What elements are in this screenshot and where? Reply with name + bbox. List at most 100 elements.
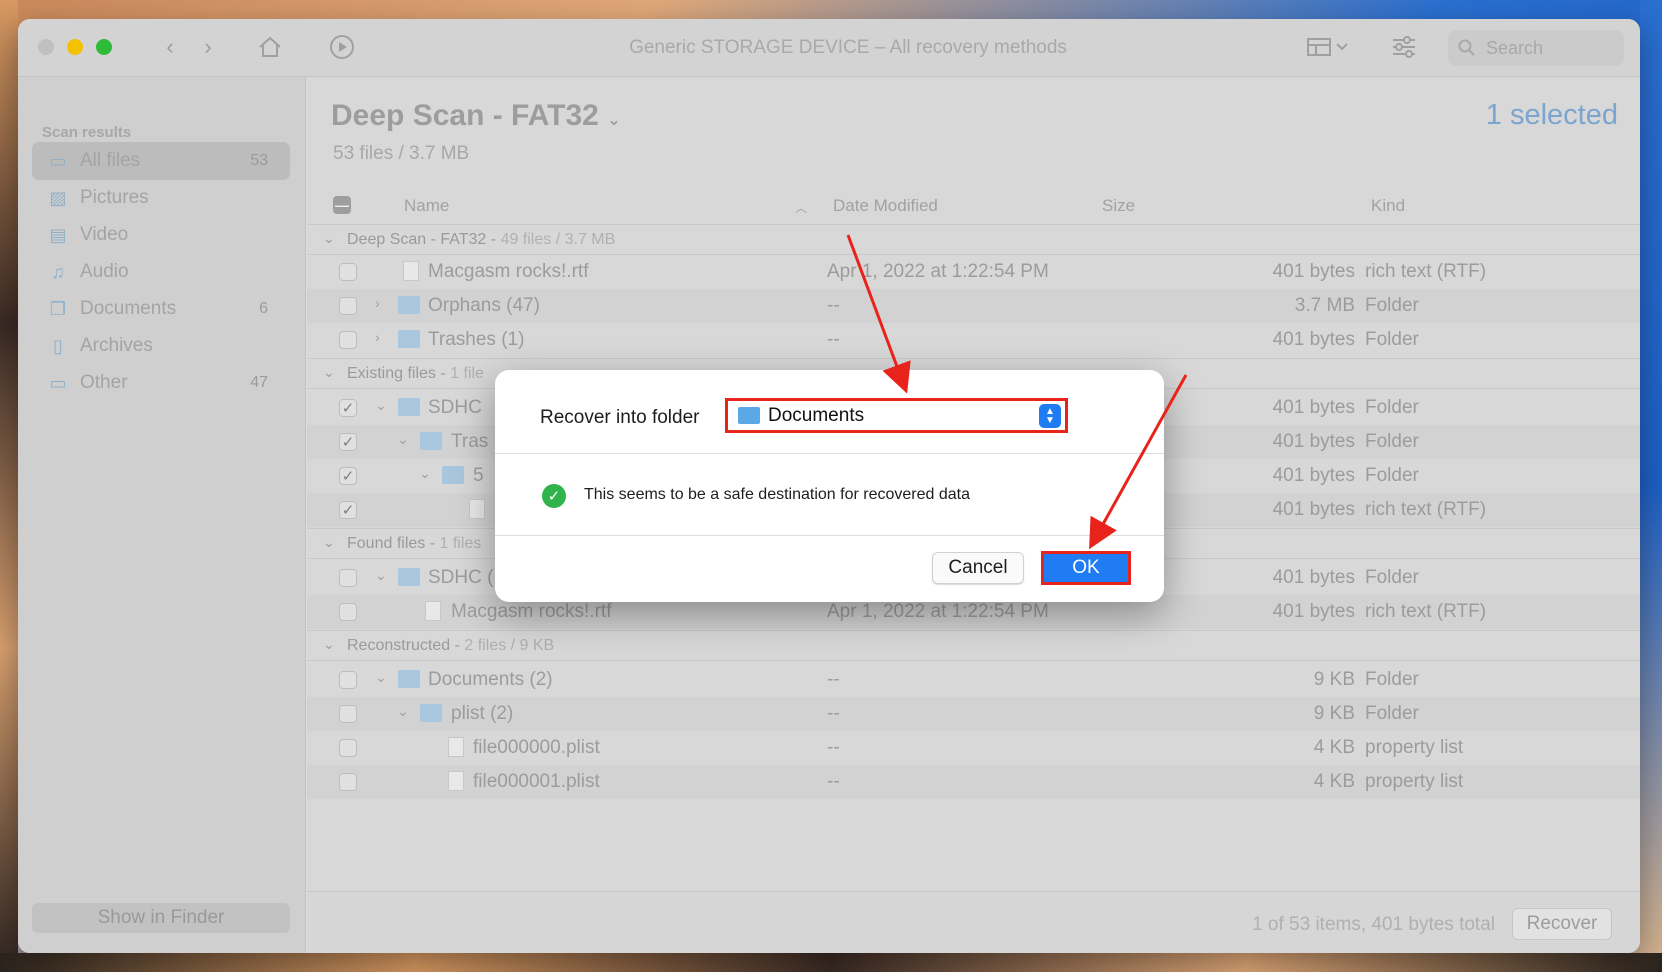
table-row[interactable]: ⌄ plist (2) -- 9 KB Folder <box>307 697 1640 731</box>
ok-button[interactable]: OK <box>1041 551 1131 585</box>
file-date: -- <box>827 771 840 792</box>
file-size: 401 bytes <box>1272 397 1355 418</box>
search-input[interactable]: Search <box>1448 30 1624 66</box>
table-row[interactable]: › Orphans (47) -- 3.7 MB Folder <box>307 289 1640 323</box>
audio-icon: ♫ <box>51 261 65 282</box>
selected-count: 1 selected <box>1485 99 1618 131</box>
file-size: 4 KB <box>1313 771 1355 792</box>
group-info: 49 files / 3.7 MB <box>500 231 616 248</box>
row-checkbox-checked[interactable]: ✓ <box>339 399 357 417</box>
sidebar-item-documents[interactable]: ❐ Documents 6 <box>32 290 290 328</box>
chevron-down-icon[interactable]: ⌄ <box>323 636 335 653</box>
file-name: SDHC <box>428 397 482 418</box>
table-row[interactable]: file000000.plist -- 4 KB property list <box>307 731 1640 765</box>
chevron-down-icon[interactable]: ⌄ <box>323 364 335 381</box>
file-kind: Folder <box>1365 703 1419 724</box>
sidebar-item-label: Archives <box>80 335 153 356</box>
sidebar-item-pictures[interactable]: ▨ Pictures <box>32 179 290 217</box>
wallpaper <box>1640 0 1662 972</box>
view-mode-icon[interactable] <box>1304 31 1354 63</box>
filter-settings-icon[interactable] <box>1388 31 1420 63</box>
file-kind: Folder <box>1365 431 1419 452</box>
group-info: 1 files <box>439 535 482 552</box>
folder-icon <box>398 568 420 586</box>
row-checkbox-checked[interactable]: ✓ <box>339 467 357 485</box>
sidebar-item-all-files[interactable]: ▭ All files 53 <box>32 142 290 180</box>
group-info: 1 file <box>450 365 484 382</box>
forward-icon[interactable]: › <box>192 31 224 63</box>
table-row[interactable]: ⌄ Documents (2) -- 9 KB Folder <box>307 663 1640 697</box>
recover-dialog: Recover into folder Documents ▲ ▼ ✓ This … <box>495 370 1164 602</box>
maximize-window-button[interactable] <box>96 39 112 55</box>
row-checkbox[interactable] <box>339 671 357 689</box>
minimize-window-button[interactable] <box>67 39 83 55</box>
chevron-down-icon[interactable]: ⌄ <box>397 431 409 448</box>
folder-icon <box>398 398 420 416</box>
chevron-down-icon[interactable]: ⌄ <box>323 534 335 551</box>
close-window-button[interactable] <box>38 39 54 55</box>
file-size: 401 bytes <box>1272 499 1355 520</box>
scan-title: Deep Scan - FAT32 <box>331 99 599 132</box>
row-checkbox-checked[interactable]: ✓ <box>339 433 357 451</box>
file-kind: Folder <box>1365 397 1419 418</box>
scan-summary: 53 files / 3.7 MB <box>333 143 470 164</box>
file-date: -- <box>827 737 840 758</box>
table-row[interactable]: Macgasm rocks!.rtf Apr 1, 2022 at 1:22:5… <box>307 255 1640 289</box>
sidebar-item-video[interactable]: ▤ Video <box>32 216 290 254</box>
file-kind: property list <box>1365 771 1464 792</box>
row-checkbox[interactable] <box>339 603 357 621</box>
chevron-down-icon[interactable]: ⌄ <box>375 397 387 414</box>
scan-title-dropdown[interactable]: Deep Scan - FAT32 ⌄ <box>331 99 621 133</box>
resume-scan-icon[interactable] <box>326 31 358 63</box>
chevron-down-icon[interactable]: ⌄ <box>323 230 335 247</box>
group-header-reconstructed[interactable]: ⌄ Reconstructed - 2 files / 9 KB <box>307 630 1640 661</box>
column-date[interactable]: Date Modified <box>833 196 938 216</box>
row-checkbox[interactable] <box>339 773 357 791</box>
table-row[interactable]: file000001.plist -- 4 KB property list <box>307 765 1640 799</box>
back-icon[interactable]: ‹ <box>154 31 186 63</box>
recover-button[interactable]: Recover <box>1512 908 1612 940</box>
file-kind: Folder <box>1365 567 1419 588</box>
row-checkbox[interactable] <box>339 263 357 281</box>
sidebar-item-archives[interactable]: ▯ Archives <box>32 327 290 365</box>
column-name[interactable]: Name <box>404 196 449 216</box>
row-checkbox[interactable] <box>339 297 357 315</box>
column-size[interactable]: Size <box>1102 196 1135 216</box>
pictures-icon: ▨ <box>49 187 67 208</box>
home-icon[interactable] <box>254 31 286 63</box>
sidebar-item-other[interactable]: ▭ Other 47 <box>32 364 290 402</box>
group-header-deep-scan[interactable]: ⌄ Deep Scan - FAT32 - 49 files / 3.7 MB <box>307 224 1640 255</box>
row-checkbox[interactable] <box>339 739 357 757</box>
cancel-button[interactable]: Cancel <box>932 552 1024 584</box>
chevron-right-icon[interactable]: › <box>375 329 380 345</box>
rtf-file-icon <box>469 499 485 519</box>
chevron-right-icon[interactable]: › <box>375 295 380 311</box>
row-checkbox[interactable] <box>339 705 357 723</box>
table-row[interactable]: › Trashes (1) -- 401 bytes Folder <box>307 323 1640 357</box>
all-files-icon: ▭ <box>49 150 67 171</box>
select-all-checkbox[interactable]: — <box>333 196 351 214</box>
folder-select[interactable]: Documents ▲ ▼ <box>725 398 1068 433</box>
title-bar: ‹ › Generic STORAGE DEVICE – All recover… <box>18 19 1640 77</box>
row-checkbox-checked[interactable]: ✓ <box>339 501 357 519</box>
chevron-down-icon[interactable]: ⌄ <box>419 465 431 482</box>
chevron-down-icon[interactable]: ⌄ <box>375 669 387 686</box>
chevron-down-icon[interactable]: ⌄ <box>375 567 387 584</box>
row-checkbox[interactable] <box>339 569 357 587</box>
chevron-down-icon[interactable]: ⌄ <box>397 703 409 720</box>
file-date: Apr 1, 2022 at 1:22:54 PM <box>827 601 1049 622</box>
file-kind: rich text (RTF) <box>1365 261 1487 282</box>
show-in-finder-button[interactable]: Show in Finder <box>32 903 290 933</box>
file-date: -- <box>827 703 840 724</box>
file-kind: rich text (RTF) <box>1365 499 1487 520</box>
row-checkbox[interactable] <box>339 331 357 349</box>
wallpaper <box>0 953 1662 972</box>
wallpaper <box>0 0 18 972</box>
file-name: 5 <box>473 465 484 486</box>
plist-file-icon <box>448 771 464 791</box>
file-date: -- <box>827 329 840 350</box>
file-kind: Folder <box>1365 465 1419 486</box>
file-date: Apr 1, 2022 at 1:22:54 PM <box>827 261 1049 282</box>
sidebar-item-audio[interactable]: ♫ Audio <box>32 253 290 291</box>
column-kind[interactable]: Kind <box>1371 196 1405 216</box>
